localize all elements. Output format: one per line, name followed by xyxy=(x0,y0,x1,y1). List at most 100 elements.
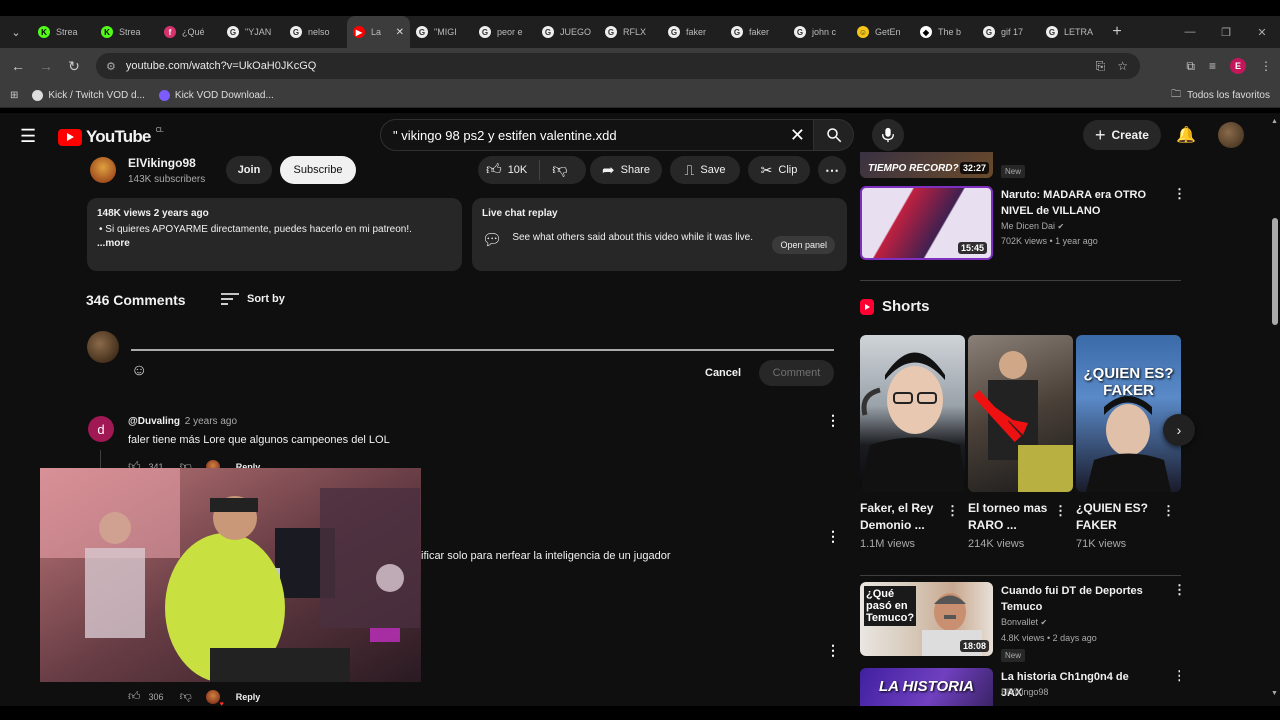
video-channel[interactable]: Me Dicen Dai ✔ xyxy=(1001,221,1064,231)
shorts-icon xyxy=(860,298,874,315)
comment-menu-icon[interactable]: ⋮ xyxy=(826,412,840,429)
comment-menu-icon[interactable]: ⋮ xyxy=(826,528,840,545)
back-icon[interactable]: ← xyxy=(4,58,32,74)
video-channel[interactable]: ElVikingo98 xyxy=(1001,687,1048,697)
video-menu-icon[interactable]: ⋮ xyxy=(1173,186,1186,202)
browser-menu-icon[interactable]: ⋮ xyxy=(1260,59,1272,73)
install-app-icon[interactable]: ⎘ xyxy=(1096,59,1106,74)
folder-icon: 🗀 xyxy=(1171,89,1182,100)
video-menu-icon[interactable]: ⋮ xyxy=(1173,582,1186,598)
media-controls-icon[interactable]: ≡ xyxy=(1209,59,1216,73)
reply-button[interactable]: Reply xyxy=(236,692,261,702)
profile-avatar[interactable]: E xyxy=(1230,58,1246,74)
sort-by-button[interactable]: Sort by xyxy=(221,292,285,306)
save-button[interactable]: ⎍ Save xyxy=(670,156,740,184)
search-button[interactable] xyxy=(814,119,854,151)
search-input[interactable]: " vikingo 98 ps2 y estifen valentine.xdd… xyxy=(380,119,814,151)
comment-menu-icon[interactable]: ⋮ xyxy=(826,642,840,659)
browser-tab[interactable]: G JUEGO xyxy=(536,18,599,46)
notifications-bell-icon[interactable]: 🔔 xyxy=(1176,125,1196,145)
comment-input[interactable] xyxy=(131,349,834,351)
join-button[interactable]: Join xyxy=(226,156,272,184)
cancel-button[interactable]: Cancel xyxy=(697,361,749,385)
more-actions-icon[interactable]: ⋯ xyxy=(818,156,846,184)
create-button[interactable]: + Create xyxy=(1083,120,1161,150)
site-info-icon[interactable]: ⚙ xyxy=(106,60,116,73)
comment-author[interactable]: @Duvaling xyxy=(128,416,180,427)
minimize-icon[interactable]: — xyxy=(1172,26,1208,38)
bookmark-item[interactable]: Kick VOD Download... xyxy=(158,90,274,101)
clip-button[interactable]: ✂ Clip xyxy=(748,156,810,184)
video-menu-icon[interactable]: ⋮ xyxy=(1173,668,1180,684)
browser-tab[interactable]: K Strea xyxy=(95,18,158,46)
browser-tab[interactable]: ◆ The b xyxy=(914,18,977,46)
logo-text: YouTube xyxy=(86,127,151,146)
short-item[interactable]: El torneo mas RARO ... 214K views ⋮ xyxy=(968,335,1073,550)
short-item[interactable]: ¿QUIEN ES? FAKER ¿QUIEN ES? FAKER 71K vi… xyxy=(1076,335,1181,550)
tab-search-dropdown-icon[interactable]: ⌄ xyxy=(0,16,32,48)
hamburger-menu-icon[interactable]: ☰ xyxy=(20,126,36,147)
subscribe-button[interactable]: Subscribe xyxy=(280,156,356,184)
related-video[interactable]: LA HISTORIA La historia Ch1ng0n4 de JAX … xyxy=(860,668,1180,706)
all-bookmarks[interactable]: 🗀 Todos los favoritos xyxy=(1171,87,1270,104)
account-avatar[interactable] xyxy=(1218,122,1244,148)
short-menu-icon[interactable]: ⋮ xyxy=(1162,503,1175,519)
video-title: Cuando fui DT de Deportes Temuco xyxy=(1001,585,1143,613)
divider xyxy=(539,160,541,180)
browser-tab[interactable]: G "MIGI xyxy=(410,18,473,46)
scroll-down-icon[interactable]: ▼ xyxy=(1271,690,1278,697)
bookmark-item[interactable]: Kick / Twitch VOD d... xyxy=(32,90,145,101)
channel-avatar[interactable] xyxy=(90,157,116,183)
bookmark-star-icon[interactable]: ☆ xyxy=(1117,59,1128,73)
reload-icon[interactable]: ↻ xyxy=(60,58,88,75)
channel-name[interactable]: ElVikingo98 xyxy=(128,156,196,170)
browser-tab[interactable]: Gpeor e xyxy=(473,18,536,46)
close-tab-icon[interactable]: ✕ xyxy=(396,27,404,38)
browser-tab[interactable]: G RFLX xyxy=(599,18,662,46)
share-button[interactable]: ➦ Share xyxy=(590,156,662,184)
scrollbar-thumb[interactable] xyxy=(1272,218,1278,325)
apps-grid-icon[interactable]: ⊞ xyxy=(10,90,18,101)
short-item[interactable]: Faker, el Rey Demonio ... 1.1M views ⋮ xyxy=(860,335,965,550)
chevron-right-icon: › xyxy=(1176,422,1182,438)
short-menu-icon[interactable]: ⋮ xyxy=(1054,503,1067,519)
new-tab-icon[interactable]: + xyxy=(1103,23,1131,41)
related-video[interactable]: TIEMPO RECORD? 32:27 New xyxy=(860,152,1180,178)
open-panel-button[interactable]: Open panel xyxy=(772,236,835,254)
emoji-picker-icon[interactable]: ☺ xyxy=(131,362,147,380)
browser-tab[interactable]: ▶ La ✕ xyxy=(347,16,410,48)
browser-tab[interactable]: Gfaker xyxy=(725,18,788,46)
like-button[interactable]: 👍︎ 10K xyxy=(486,161,527,179)
browser-tab[interactable]: Ggif 17 xyxy=(977,18,1040,46)
show-more-link[interactable]: ...more xyxy=(97,238,452,249)
forward-icon[interactable]: → xyxy=(32,58,60,74)
browser-tab[interactable]: K Strea xyxy=(32,18,95,46)
browser-tab[interactable]: Gfaker xyxy=(662,18,725,46)
browser-tab[interactable]: Gnelso xyxy=(284,18,347,46)
thumbs-down-icon[interactable]: 👎︎ xyxy=(552,161,567,179)
browser-tab[interactable]: f ¿Qué xyxy=(158,18,221,46)
video-description[interactable]: 148K views 2 years ago • Si quieres APOY… xyxy=(87,198,462,271)
restore-icon[interactable]: ❐ xyxy=(1208,26,1244,39)
related-video[interactable]: 15:45 Naruto: MADARA era OTRO NIVEL de V… xyxy=(860,186,1186,260)
shorts-next-button[interactable]: › xyxy=(1163,414,1195,446)
comment-submit-button[interactable]: Comment xyxy=(759,360,834,386)
commenter-avatar[interactable]: d xyxy=(88,416,114,442)
thumbs-up-icon[interactable]: 👍︎ xyxy=(128,689,141,704)
address-bar[interactable]: ⚙ youtube.com/watch?v=UkOaH0JKcGQ ⎘ ☆ xyxy=(96,53,1140,79)
youtube-logo[interactable]: YouTube CL xyxy=(58,127,164,147)
thumbs-down-icon[interactable]: 👎︎ xyxy=(180,689,192,704)
close-window-icon[interactable]: ✕ xyxy=(1244,26,1280,39)
extensions-icon[interactable]: ⧉ xyxy=(1186,59,1195,74)
browser-tab[interactable]: ☺ GetEn xyxy=(851,18,914,46)
short-menu-icon[interactable]: ⋮ xyxy=(946,503,959,519)
video-channel[interactable]: Bonvallet ✔ xyxy=(1001,617,1047,627)
related-video[interactable]: ¿Qué pasó en Temuco? 18:08 Cuando fui DT… xyxy=(860,582,1186,662)
browser-tab[interactable]: G LETRA xyxy=(1040,18,1103,46)
browser-tab[interactable]: Gjohn c xyxy=(788,18,851,46)
scroll-up-icon[interactable]: ▲ xyxy=(1271,118,1278,125)
page-scrollbar[interactable] xyxy=(1270,113,1280,720)
browser-tab[interactable]: G "YJAN xyxy=(221,18,284,46)
clear-search-icon[interactable]: ✕ xyxy=(790,125,805,146)
voice-search-button[interactable] xyxy=(872,119,904,151)
